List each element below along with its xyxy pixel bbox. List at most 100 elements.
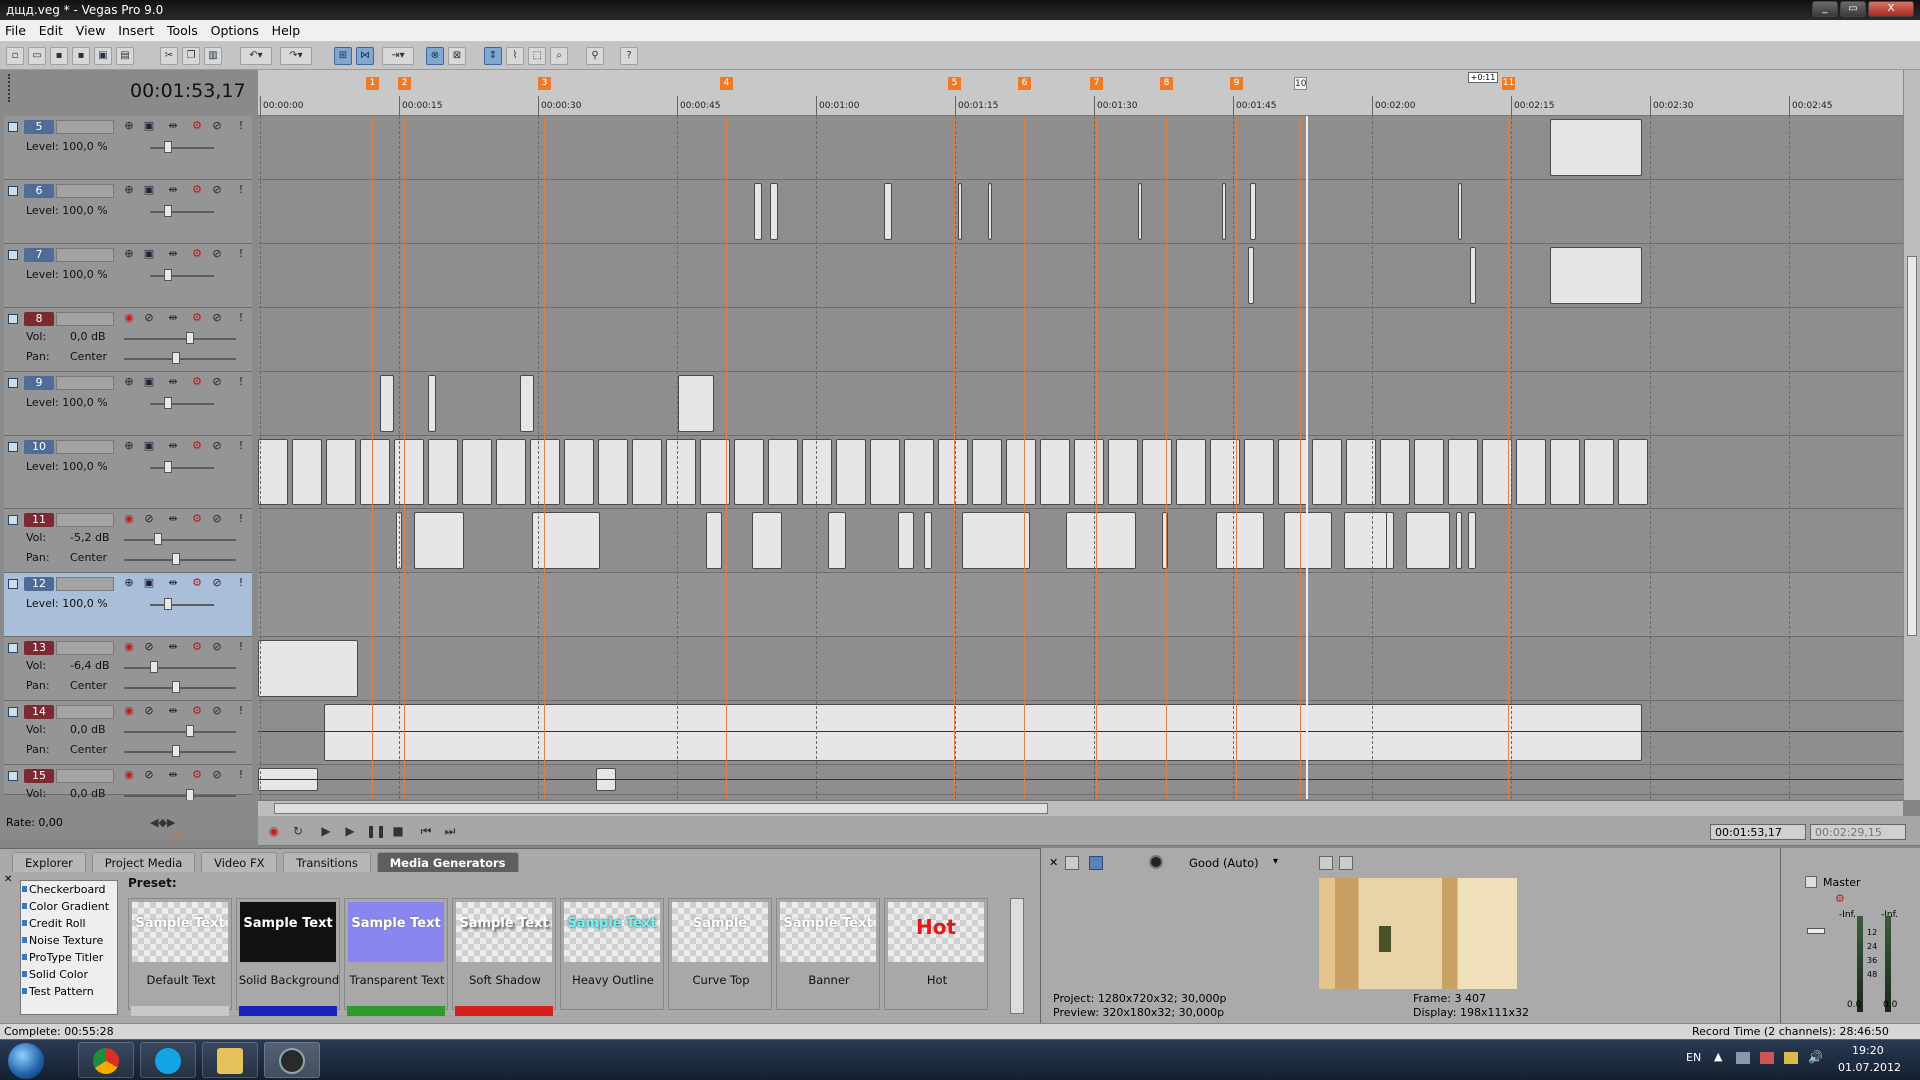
- track-name-field[interactable]: [56, 248, 114, 262]
- track-lane-11[interactable]: [258, 509, 1903, 573]
- copy-snapshot-icon[interactable]: [1319, 856, 1333, 870]
- event-clip[interactable]: [898, 512, 914, 569]
- vol-slider[interactable]: [124, 731, 236, 733]
- level-knob[interactable]: [164, 598, 172, 610]
- pan-knob[interactable]: [172, 553, 180, 565]
- track-header-12[interactable]: 12 ⊕ ▣ ⇹ ⚙ ⊘! Level: 100,0 %: [4, 573, 252, 637]
- vol-slider[interactable]: [124, 338, 236, 340]
- skype-taskbar-icon[interactable]: [140, 1042, 196, 1078]
- fx-icon[interactable]: ⚙: [190, 576, 204, 590]
- marker-2[interactable]: 2: [398, 77, 411, 90]
- master-fader[interactable]: [1807, 928, 1825, 934]
- event-clip[interactable]: [324, 704, 1642, 761]
- event-clip[interactable]: [1406, 512, 1450, 569]
- tray-network-icon[interactable]: [1736, 1052, 1750, 1064]
- event-clip[interactable]: [1066, 512, 1136, 569]
- solo-icon[interactable]: !: [234, 576, 248, 590]
- track-expand-icon[interactable]: [8, 250, 18, 260]
- generator-item[interactable]: Credit Roll: [21, 915, 117, 932]
- event-clip[interactable]: [1312, 439, 1342, 505]
- event-clip[interactable]: [1006, 439, 1036, 505]
- compositing-icon[interactable]: ⊕: [122, 119, 136, 133]
- quality-dropdown-icon[interactable]: ▾: [1273, 856, 1278, 867]
- timecode-display[interactable]: 00:01:53,17: [130, 80, 246, 102]
- track-expand-icon[interactable]: [8, 314, 18, 324]
- level-knob[interactable]: [164, 141, 172, 153]
- event-clip[interactable]: [1414, 439, 1444, 505]
- marker-6[interactable]: 6: [1018, 77, 1031, 90]
- event-clip[interactable]: [1222, 183, 1226, 240]
- motion-icon[interactable]: ▣: [142, 119, 156, 133]
- pan-knob[interactable]: [172, 352, 180, 364]
- pause-icon[interactable]: ❚❚: [366, 823, 386, 839]
- event-clip[interactable]: [1074, 439, 1104, 505]
- marker-8[interactable]: 8: [1160, 77, 1173, 90]
- preset-color-swatch[interactable]: [455, 1006, 553, 1016]
- add-fx-icon[interactable]: [192, 396, 206, 410]
- go-to-end-icon[interactable]: ⏭: [442, 823, 458, 839]
- fx-icon[interactable]: ⚙: [190, 768, 204, 782]
- clock-time[interactable]: 19:20: [1852, 1044, 1884, 1057]
- solo-icon[interactable]: !: [234, 119, 248, 133]
- go-to-start-icon[interactable]: ⏮: [418, 823, 434, 839]
- mute-icon[interactable]: ⊘: [210, 704, 224, 718]
- track-lane-9[interactable]: [258, 372, 1903, 436]
- child-icon[interactable]: [232, 597, 246, 611]
- marker-1[interactable]: 1: [366, 77, 379, 90]
- generator-item[interactable]: Noise Texture: [21, 932, 117, 949]
- event-clip[interactable]: [326, 439, 356, 505]
- event-clip[interactable]: [752, 512, 782, 569]
- solo-icon[interactable]: !: [234, 375, 248, 389]
- preset-heavy-outline[interactable]: Sample Text Heavy Outline: [560, 898, 664, 1010]
- menu-options[interactable]: Options: [206, 20, 263, 38]
- motion-icon[interactable]: ▣: [142, 183, 156, 197]
- pan-slider[interactable]: [124, 358, 236, 360]
- composite-level-icon[interactable]: ⇹: [166, 247, 180, 261]
- track-expand-icon[interactable]: [8, 442, 18, 452]
- event-clip[interactable]: [938, 439, 968, 505]
- level-knob[interactable]: [164, 461, 172, 473]
- mute-icon[interactable]: ⊘: [210, 247, 224, 261]
- event-clip[interactable]: [1380, 439, 1410, 505]
- preset-color-swatch[interactable]: [239, 1006, 337, 1016]
- preset-soft-shadow[interactable]: Sample Text Soft Shadow: [452, 898, 556, 1010]
- event-clip[interactable]: [958, 183, 962, 240]
- mixer-fx-icon[interactable]: ⚙: [1835, 892, 1845, 905]
- event-clip[interactable]: [754, 183, 762, 240]
- tray-flag-icon[interactable]: [1760, 1052, 1774, 1064]
- track-lane-15[interactable]: [258, 765, 1903, 795]
- tab-video-fx[interactable]: Video FX: [201, 852, 278, 872]
- solo-icon[interactable]: !: [234, 247, 248, 261]
- track-name-field[interactable]: [56, 513, 114, 527]
- generator-item[interactable]: Checkerboard: [21, 881, 117, 898]
- motion-icon[interactable]: ▣: [142, 247, 156, 261]
- video-fx-icon[interactable]: [1065, 856, 1079, 870]
- marker-10[interactable]: 10: [1294, 77, 1307, 90]
- event-clip[interactable]: [1248, 247, 1254, 304]
- event-clip[interactable]: [924, 512, 932, 569]
- menu-insert[interactable]: Insert: [113, 20, 158, 38]
- child-icon[interactable]: [232, 268, 246, 282]
- tab-project-media[interactable]: Project Media: [91, 852, 196, 872]
- track-lane-12[interactable]: [258, 573, 1903, 637]
- clock-date[interactable]: 01.07.2012: [1838, 1061, 1901, 1074]
- vegas-taskbar-icon[interactable]: [264, 1042, 320, 1078]
- rate-pointer-icon[interactable]: △: [172, 828, 180, 841]
- arm-record-icon[interactable]: ◉: [122, 512, 136, 526]
- preset-solid-background[interactable]: Sample Text Solid Background: [236, 898, 340, 1010]
- track-header-6[interactable]: 6 ⊕ ▣ ⇹ ⚙ ⊘! Level: 100,0 %: [4, 180, 252, 244]
- fx-icon[interactable]: ⚙: [190, 247, 204, 261]
- invert-phase-icon[interactable]: ⊘: [142, 704, 156, 718]
- track-name-field[interactable]: [56, 440, 114, 454]
- solo-icon[interactable]: !: [234, 512, 248, 526]
- vol-knob[interactable]: [154, 533, 162, 545]
- compositing-icon[interactable]: ⊕: [122, 247, 136, 261]
- menu-file[interactable]: File: [0, 20, 30, 38]
- track-expand-icon[interactable]: [8, 515, 18, 525]
- compositing-icon[interactable]: ⊕: [122, 183, 136, 197]
- ignore-grouping-icon[interactable]: ⊠: [448, 47, 466, 65]
- tray-arrow-icon[interactable]: ▲: [1714, 1050, 1722, 1063]
- fx-icon[interactable]: ⚙: [190, 640, 204, 654]
- child-icon[interactable]: [232, 140, 246, 154]
- minimize-button[interactable]: _: [1812, 1, 1838, 17]
